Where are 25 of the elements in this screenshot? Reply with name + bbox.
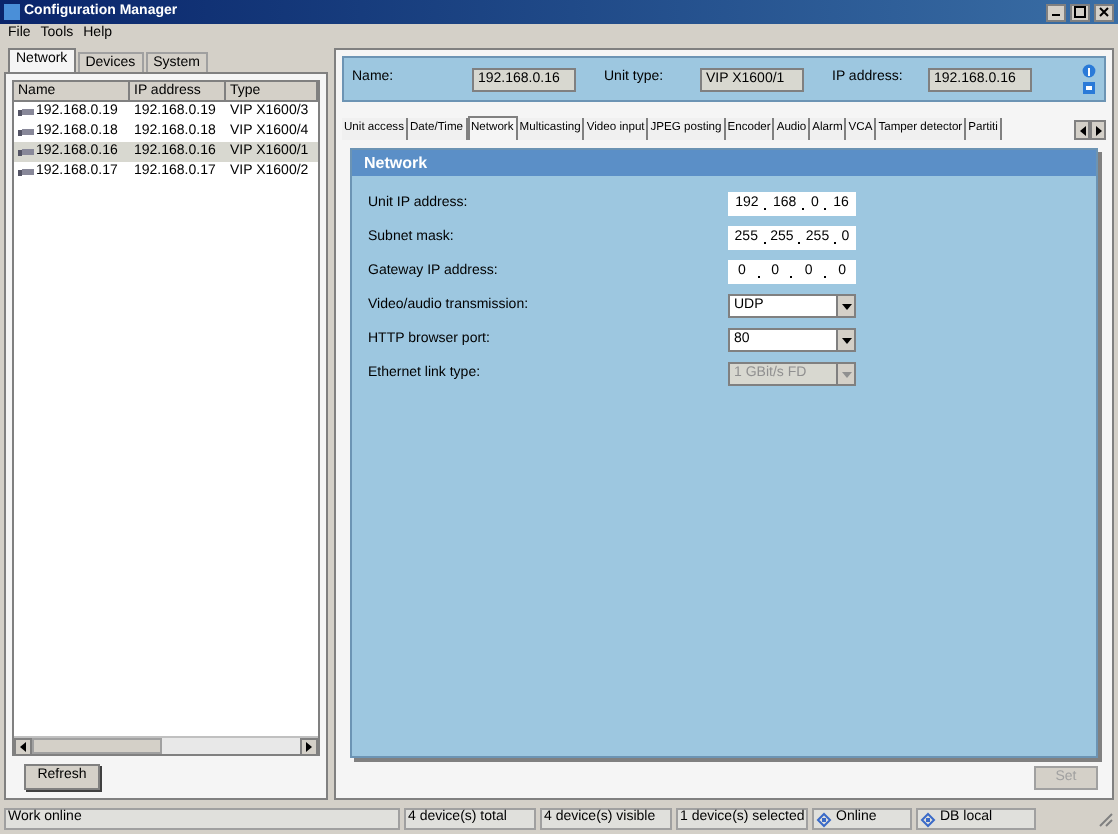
caret-icon bbox=[841, 337, 851, 343]
caret-icon bbox=[841, 371, 851, 377]
app-icon bbox=[4, 4, 20, 20]
scroll-right-button[interactable] bbox=[1090, 120, 1106, 140]
close-icon bbox=[1098, 6, 1110, 18]
help-icon[interactable] bbox=[1082, 63, 1096, 95]
maximize-icon bbox=[1074, 6, 1086, 18]
camera-icon bbox=[18, 147, 34, 157]
network-icon bbox=[920, 811, 936, 827]
scroll-left-button[interactable] bbox=[1074, 120, 1090, 140]
close-button[interactable] bbox=[1094, 3, 1114, 21]
maximize-button[interactable] bbox=[1070, 3, 1090, 21]
right-arrow-icon bbox=[1095, 125, 1101, 135]
caret-icon bbox=[841, 303, 851, 309]
right-arrow-icon bbox=[305, 741, 313, 751]
camera-icon bbox=[18, 107, 34, 117]
left-arrow-icon bbox=[1079, 125, 1085, 135]
minimize-button[interactable] bbox=[1046, 3, 1066, 21]
network-icon bbox=[816, 811, 832, 827]
panel-title: Network bbox=[352, 150, 1096, 176]
camera-icon bbox=[18, 127, 34, 137]
left-arrow-icon bbox=[19, 741, 27, 751]
camera-icon bbox=[18, 167, 34, 177]
horizontal-scrollbar[interactable] bbox=[14, 736, 318, 754]
resize-grip-icon[interactable] bbox=[1096, 810, 1114, 828]
